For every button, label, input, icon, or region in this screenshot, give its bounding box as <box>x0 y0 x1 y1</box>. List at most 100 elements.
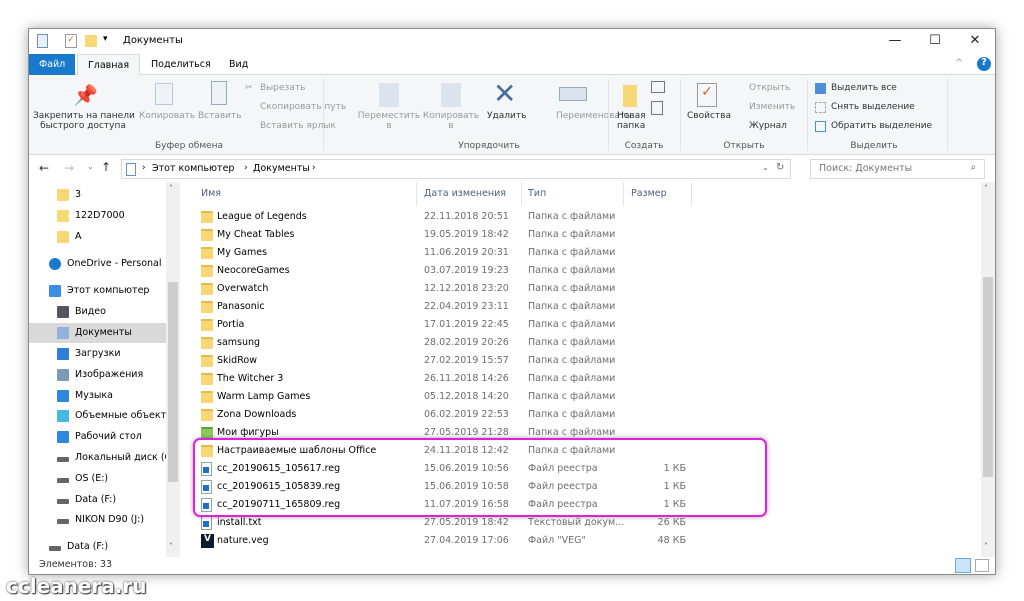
properties-button[interactable]: Свойства <box>687 111 731 121</box>
column-size[interactable]: Размер <box>631 188 667 199</box>
scroll-up-icon[interactable]: ˄ <box>169 184 173 193</box>
table-row[interactable]: Portia 17.01.2019 22:45 Папка с файлами <box>191 316 971 334</box>
customize-qa-icon[interactable]: ▾ <box>103 34 108 44</box>
maximize-button[interactable]: ☐ <box>915 29 955 53</box>
table-row[interactable]: Overwatch 12.12.2018 23:20 Папка с файлами <box>191 280 971 298</box>
forward-button[interactable]: → <box>64 161 74 175</box>
tab-view[interactable]: Вид <box>219 54 258 75</box>
column-divider[interactable] <box>416 182 417 206</box>
nav-item-label: Видео <box>75 306 106 317</box>
paste-shortcut-button[interactable]: Вставить ярлык <box>260 121 336 131</box>
refresh-icon[interactable]: ↻ <box>776 162 784 173</box>
nav-item[interactable]: 122D7000 <box>29 206 166 226</box>
copy-button[interactable]: Копировать <box>139 111 195 121</box>
table-row[interactable]: Panasonic 22.04.2019 23:11 Папка с файлами <box>191 298 971 316</box>
paste-button[interactable]: Вставить <box>198 111 242 121</box>
address-dropdown[interactable]: ⌄ <box>762 163 769 172</box>
nav-item[interactable]: 3 <box>29 185 166 205</box>
collapse-ribbon-icon[interactable]: ^ <box>955 58 963 69</box>
tab-home[interactable]: Главная <box>77 54 141 76</box>
nav-item[interactable]: Этот компьютер <box>29 281 166 301</box>
nav-item[interactable]: Data (F:) <box>29 537 166 557</box>
table-row[interactable]: The Witcher 3 26.11.2018 14:26 Папка с фай… <box>191 370 971 388</box>
tab-share[interactable]: Поделиться <box>141 54 221 75</box>
minimize-button[interactable]: — <box>875 29 915 53</box>
details-view-button[interactable] <box>955 558 971 573</box>
column-divider[interactable] <box>521 182 522 206</box>
file-name: Мои фигуры <box>217 427 279 438</box>
pictures-icon <box>57 369 69 381</box>
search-input[interactable]: Поиск: Документы ⌕ <box>810 159 985 179</box>
nav-item[interactable]: Data (F:) <box>29 490 166 510</box>
nav-scrollbar[interactable]: ˄ ˅ <box>166 182 180 557</box>
nav-item[interactable]: А <box>29 227 166 247</box>
text-file-icon <box>201 516 212 530</box>
rename-icon <box>559 87 587 101</box>
history-button[interactable]: Журнал <box>749 121 787 131</box>
pin-button[interactable]: Закрепить на панели быстрого доступа <box>33 111 135 131</box>
table-row[interactable]: SkidRow 27.02.2019 15:57 Папка с файлами <box>191 352 971 370</box>
folder-icon <box>201 229 213 241</box>
copy-path-button[interactable]: Скопировать путь <box>260 102 346 112</box>
column-divider[interactable] <box>691 182 692 206</box>
nav-item[interactable]: Рабочий стол <box>29 427 166 447</box>
tab-file[interactable]: Файл <box>29 54 75 75</box>
nav-item[interactable]: NIKON D90 (J:) <box>29 510 166 530</box>
back-button[interactable]: ← <box>39 161 49 175</box>
scroll-down-icon[interactable]: ˅ <box>169 542 173 551</box>
pin-label: Закрепить на панели <box>33 111 135 121</box>
file-date: 06.02.2019 22:53 <box>424 409 509 420</box>
column-type[interactable]: Тип <box>528 188 546 199</box>
copy-to-button[interactable]: Копировать в <box>419 111 483 131</box>
properties-qa-icon[interactable]: ✓ <box>65 34 77 48</box>
nav-item[interactable]: OneDrive - Personal <box>29 254 166 274</box>
large-icons-view-button[interactable] <box>975 559 989 572</box>
help-icon[interactable]: ? <box>977 57 991 71</box>
folder-icon <box>201 265 213 277</box>
nav-item[interactable]: Загрузки <box>29 344 166 364</box>
list-scrollbar[interactable]: ˄ ˅ <box>981 182 995 557</box>
nav-item[interactable]: Объемные объекты <box>29 406 166 426</box>
column-divider[interactable] <box>623 182 624 206</box>
scroll-down-icon[interactable]: ˅ <box>984 542 988 551</box>
table-row[interactable]: samsung 28.02.2019 20:26 Папка с файлами <box>191 334 971 352</box>
list-scrollbar-thumb[interactable] <box>983 277 993 477</box>
scroll-up-icon[interactable]: ˄ <box>984 184 988 193</box>
delete-button[interactable]: Удалить <box>487 111 526 121</box>
cut-button[interactable]: Вырезать <box>260 83 305 93</box>
nav-item[interactable]: Видео <box>29 302 166 322</box>
easy-access-icon[interactable] <box>651 101 663 115</box>
column-name[interactable]: Имя <box>201 188 221 199</box>
nav-item[interactable]: OS (E:) <box>29 469 166 489</box>
breadcrumb-documents[interactable]: Документы <box>253 163 310 174</box>
table-row[interactable]: Vnature.veg 27.04.2019 17:06 Файл "VEG" 48 … <box>191 532 971 550</box>
nav-scrollbar-thumb[interactable] <box>168 282 178 482</box>
close-button[interactable]: ✕ <box>955 29 995 53</box>
new-folder-qa-icon[interactable] <box>85 35 97 47</box>
table-row[interactable]: Zona Downloads 06.02.2019 22:53 Папка с фа… <box>191 406 971 424</box>
address-bar[interactable]: › Этот компьютер › Документы › ⌄ ↻ <box>121 159 791 179</box>
table-row[interactable]: My Cheat Tables 19.05.2019 18:42 Папка с ф… <box>191 226 971 244</box>
nav-item[interactable]: Изображения <box>29 365 166 385</box>
move-to-button[interactable]: Переместить в <box>357 111 421 131</box>
select-none-button[interactable]: Снять выделение <box>831 102 915 112</box>
table-row[interactable]: My Games 11.06.2019 20:31 Папка с файлами <box>191 244 971 262</box>
nav-item[interactable]: Локальный диск (C:) <box>29 448 166 468</box>
nav-item[interactable]: Документы <box>29 323 166 343</box>
recent-dropdown[interactable]: ⌄ <box>87 162 94 171</box>
edit-button[interactable]: Изменить <box>749 102 795 112</box>
open-button[interactable]: Открыть <box>749 83 790 93</box>
up-button[interactable]: ↑ <box>101 160 111 174</box>
file-type: Папка с файлами <box>528 391 616 402</box>
table-row[interactable]: League of Legends 22.11.2018 20:51 Папка с… <box>191 208 971 226</box>
column-date[interactable]: Дата изменения <box>424 188 506 199</box>
invert-selection-button[interactable]: Обратить выделение <box>831 121 932 131</box>
nav-item[interactable]: Музыка <box>29 386 166 406</box>
select-all-button[interactable]: Выделить все <box>831 83 897 93</box>
file-name: samsung <box>217 337 261 348</box>
new-folder-button[interactable]: Новая папка <box>617 111 646 131</box>
breadcrumb-this-pc[interactable]: Этот компьютер <box>152 163 234 174</box>
table-row[interactable]: Warm Lamp Games 05.12.2018 14:20 Папка с ф… <box>191 388 971 406</box>
table-row[interactable]: NeocoreGames 03.07.2019 19:23 Папка с файл… <box>191 262 971 280</box>
new-item-icon[interactable] <box>651 81 665 93</box>
